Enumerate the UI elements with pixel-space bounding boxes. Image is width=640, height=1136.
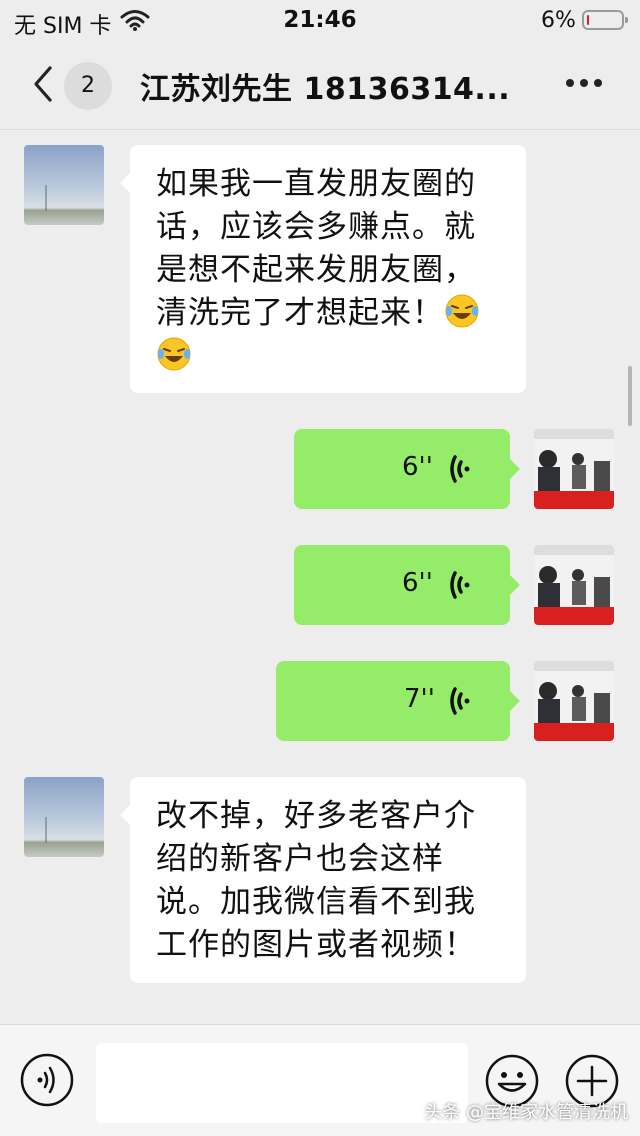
landscape-photo — [45, 185, 47, 211]
ellipsis-icon[interactable] — [562, 68, 606, 98]
voice-duration: 6'' — [402, 452, 433, 482]
contact-avatar[interactable] — [24, 777, 104, 857]
avatar-photo — [534, 661, 614, 741]
avatar-photo — [534, 429, 614, 509]
scroll-indicator[interactable] — [628, 366, 632, 426]
status-bar: 无 SIM 卡 21:46 6% — [0, 0, 640, 40]
input-bar: 头条 @宝维家水管清洗机 — [0, 1024, 640, 1136]
chevron-left-icon[interactable] — [28, 64, 58, 104]
watermark: 头条 @宝维家水管清洗机 — [424, 1102, 628, 1123]
voice-wave-icon — [450, 687, 470, 715]
voice-mode-icon[interactable] — [20, 1053, 74, 1107]
my-avatar[interactable] — [534, 545, 614, 625]
voice-message-bubble[interactable]: 6'' — [294, 545, 520, 625]
voice-wave-icon — [450, 455, 470, 483]
message-input[interactable] — [96, 1043, 468, 1123]
laugh-cry-emoji — [445, 294, 479, 328]
voice-message-bubble[interactable]: 7'' — [276, 661, 520, 741]
message-text: 如果我一直发朋友圈的 话，应该会多赚点。就 是想不起来发朋友圈， 清洗完了才想起… — [156, 163, 500, 378]
voice-duration: 6'' — [402, 568, 433, 598]
message-bubble-incoming[interactable]: 如果我一直发朋友圈的 话，应该会多赚点。就 是想不起来发朋友圈， 清洗完了才想起… — [120, 145, 526, 393]
avatar-photo — [534, 545, 614, 625]
contact-avatar[interactable] — [24, 145, 104, 225]
laugh-cry-emoji — [157, 337, 191, 371]
chat-header: 2 江苏刘先生 18136314... — [0, 40, 640, 130]
my-avatar[interactable] — [534, 661, 614, 741]
voice-duration: 7'' — [404, 684, 435, 714]
unread-count-badge[interactable]: 2 — [64, 62, 112, 110]
battery-level-fill — [587, 15, 589, 25]
message-bubble-incoming[interactable]: 改不掉，好多老客户介 绍的新客户也会这样 说。加我微信看不到我 工作的图片或者视… — [120, 777, 526, 983]
battery-percent: 6% — [541, 8, 576, 33]
landscape-photo — [45, 817, 47, 843]
battery-icon — [582, 10, 628, 30]
voice-message-bubble[interactable]: 6'' — [294, 429, 520, 509]
chat-title: 江苏刘先生 18136314... — [140, 72, 511, 107]
voice-wave-icon — [450, 571, 470, 599]
message-text: 改不掉，好多老客户介 绍的新客户也会这样 说。加我微信看不到我 工作的图片或者视… — [156, 798, 476, 963]
my-avatar[interactable] — [534, 429, 614, 509]
